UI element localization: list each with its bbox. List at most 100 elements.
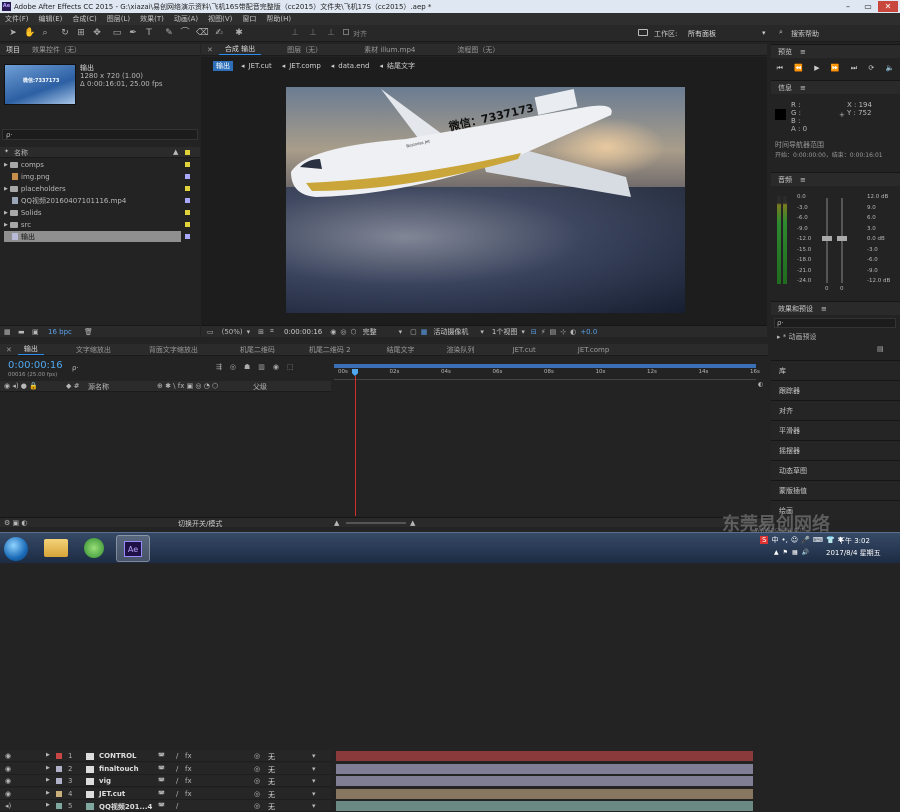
quality-switch-icon[interactable]: / xyxy=(176,777,178,785)
source-name-header[interactable]: 源名称 xyxy=(88,382,109,392)
motion-blur-icon[interactable]: ◉ xyxy=(273,363,279,371)
current-timecode[interactable]: 0:00:00:16 xyxy=(284,328,322,336)
shy-switch-icon[interactable]: ◚ xyxy=(158,777,165,785)
shy-switch-icon[interactable]: ◚ xyxy=(158,765,165,773)
layer-row[interactable]: ◉ ▶ 4 JET.cut ◚ / fx ◎ 无 ▾ xyxy=(0,787,331,800)
list-item-selected[interactable]: 输出 xyxy=(4,231,181,242)
eraser-tool-icon[interactable]: ⌫ xyxy=(196,28,209,38)
toggle-pixel-icon[interactable]: ⊟ xyxy=(531,328,537,336)
layer-name[interactable]: CONTROL xyxy=(99,752,137,760)
browser-icon[interactable] xyxy=(84,538,104,558)
tab-timeline-output[interactable]: 输出 xyxy=(17,344,44,355)
pick-whip-icon[interactable]: ◎ xyxy=(254,790,260,798)
chevron-down-icon[interactable]: ▾ xyxy=(312,802,316,810)
expand-triangle-icon[interactable]: ▶ xyxy=(46,752,50,758)
layer-label-color[interactable] xyxy=(56,803,62,809)
label-swatch[interactable] xyxy=(185,186,190,191)
label-swatch[interactable] xyxy=(185,210,190,215)
minimize-icon[interactable]: – xyxy=(838,1,858,12)
chevron-down-icon[interactable]: ▾ xyxy=(312,752,316,760)
tab-flowchart[interactable]: 流程图（无） xyxy=(451,45,505,55)
menu-animation[interactable]: 动画(A) xyxy=(169,14,203,24)
pen-tool-icon[interactable]: ✒ xyxy=(128,28,138,38)
animation-presets-item[interactable]: ▸ * 动画预设 xyxy=(777,332,816,342)
bpc-toggle[interactable]: 16 bpc xyxy=(48,328,72,336)
workspace-icon[interactable] xyxy=(638,29,648,36)
trash-icon[interactable]: 🗑 xyxy=(84,328,93,336)
parent-select[interactable]: 无 xyxy=(268,765,275,775)
tab-composition[interactable]: 合成 输出 xyxy=(218,44,262,55)
flag-icon[interactable]: ⚑ xyxy=(783,549,788,556)
mic-icon[interactable]: 🎤 xyxy=(801,536,810,544)
interpret-footage-icon[interactable]: ▦ xyxy=(4,328,11,336)
chevron-down-icon[interactable]: ▾ xyxy=(312,765,316,773)
camera-tool-icon[interactable]: ⊞ xyxy=(76,28,86,38)
zoom-out-icon[interactable]: ▲ xyxy=(334,519,339,527)
timeline-icon[interactable]: ▤ xyxy=(550,328,557,336)
text-tool-icon[interactable]: T xyxy=(144,28,154,38)
column-name-header[interactable]: 名称 xyxy=(14,148,28,158)
label-swatch[interactable] xyxy=(185,234,190,239)
effects-search-input[interactable]: ρ· xyxy=(774,318,896,328)
menu-window[interactable]: 窗口 xyxy=(237,14,261,24)
workspace-select[interactable]: 所有面板 xyxy=(688,29,716,39)
magnification-select[interactable]: (50%) xyxy=(222,328,243,336)
clone-stamp-tool-icon[interactable]: ⌒ xyxy=(180,28,190,38)
new-folder-icon[interactable]: ▬ xyxy=(18,328,25,336)
chevron-down-icon[interactable]: ▾ xyxy=(312,790,316,798)
safe-zones-icon[interactable]: ⊞ xyxy=(258,328,264,336)
timeline-search-icon[interactable]: ρ· xyxy=(72,364,79,372)
close-icon[interactable]: ✕ xyxy=(878,1,898,12)
label-swatch[interactable] xyxy=(185,174,190,179)
menu-view[interactable]: 视图(V) xyxy=(203,14,237,24)
layer-label-color[interactable] xyxy=(56,753,62,759)
close-icon[interactable]: ✕ xyxy=(201,46,219,54)
expand-triangle-icon[interactable]: ▶ xyxy=(46,802,50,808)
layer-switches-icon[interactable]: ⚙ ▣ ◐ xyxy=(4,519,27,527)
tab-footage[interactable]: 素材 illum.mp4 xyxy=(358,45,421,55)
quality-switch-icon[interactable]: / xyxy=(176,790,178,798)
flowchart-icon[interactable]: ⊹ xyxy=(560,328,566,336)
snapshot-icon[interactable]: ◉ xyxy=(330,328,336,336)
layer-name[interactable]: QQ视频201...4 xyxy=(99,802,152,812)
channel-icon[interactable]: ⬡ xyxy=(350,328,356,336)
pick-whip-icon[interactable]: ◎ xyxy=(254,752,260,760)
tab-timeline[interactable]: 文字缩放出 xyxy=(70,345,117,355)
pick-whip-icon[interactable]: ◎ xyxy=(254,777,260,785)
tab-timeline[interactable]: JET.comp xyxy=(572,346,616,354)
label-column-icon[interactable] xyxy=(185,150,190,155)
shy-layers-icon[interactable]: ☗ xyxy=(244,363,250,371)
visibility-eye-icon[interactable]: ◉ xyxy=(5,765,11,773)
panel-align[interactable]: 对齐 xyxy=(771,400,900,420)
panel-library[interactable]: 库 xyxy=(771,360,900,380)
fast-preview-icon[interactable]: ⚡ xyxy=(541,328,546,336)
project-search-input[interactable]: ρ· xyxy=(2,129,198,140)
breadcrumb-item[interactable]: JET.cut xyxy=(249,62,272,70)
fx-switch-icon[interactable]: fx xyxy=(185,752,192,760)
breadcrumb-item[interactable]: 结尾文字 xyxy=(387,61,415,71)
camera-select[interactable]: 活动摄像机 xyxy=(433,327,468,337)
tab-project[interactable]: 项目 xyxy=(0,45,26,55)
layer-duration-bar[interactable] xyxy=(336,776,753,786)
layer-duration-bar[interactable] xyxy=(336,801,753,811)
loop-icon[interactable]: ⟳ xyxy=(868,64,874,72)
tab-timeline[interactable]: JET.cut xyxy=(507,346,542,354)
ime-icon[interactable]: S xyxy=(760,536,769,544)
layer-row[interactable]: ◉ ▶ 1 CONTROL ◚ / fx ◎ 无 ▾ xyxy=(0,750,331,762)
quality-switch-icon[interactable]: / xyxy=(176,765,178,773)
expand-triangle-icon[interactable]: ▶ xyxy=(46,790,50,796)
quality-switch-icon[interactable]: / xyxy=(176,752,178,760)
menu-help[interactable]: 帮助(H) xyxy=(261,14,296,24)
expand-triangle-icon[interactable]: ▶ xyxy=(46,765,50,771)
tab-effect-controls[interactable]: 效果控件（无） xyxy=(26,45,87,55)
layer-row[interactable]: ◉ ▶ 2 finaltouch ◚ / fx ◎ 无 ▾ xyxy=(0,762,331,775)
toggle-switches-modes[interactable]: 切换开关/模式 xyxy=(178,519,222,529)
comp-button-icon[interactable]: ◐ xyxy=(758,381,763,388)
breadcrumb-item[interactable]: JET.comp xyxy=(289,62,321,70)
layer-duration-bar[interactable] xyxy=(336,763,753,774)
pick-whip-icon[interactable]: ◎ xyxy=(254,802,260,810)
snap-checkbox[interactable] xyxy=(343,29,349,35)
mute-icon[interactable]: 🔈 xyxy=(886,64,895,72)
composition-canvas[interactable]: 微信：7337173 Business Jet xyxy=(286,87,685,313)
breadcrumb-item[interactable]: data.end xyxy=(338,62,369,70)
